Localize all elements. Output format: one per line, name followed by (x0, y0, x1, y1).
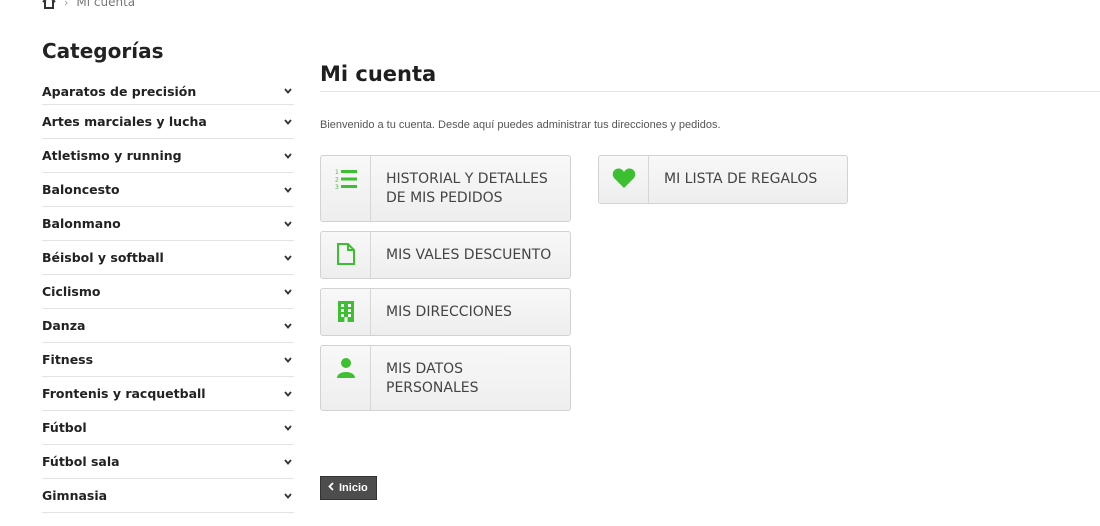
category-item[interactable]: Aparatos de precisión (42, 78, 294, 105)
addresses-button[interactable]: MIS DIRECCIONES (320, 288, 571, 336)
vouchers-button[interactable]: MIS VALES DESCUENTO (320, 231, 571, 279)
welcome-text: Bienvenido a tu cuenta. Desde aquí puede… (320, 119, 721, 131)
category-item[interactable]: Danza (42, 309, 294, 343)
heart-icon (599, 156, 649, 203)
category-label: Ciclismo (42, 284, 101, 299)
category-label: Béisbol y softball (42, 250, 164, 265)
vouchers-label: MIS VALES DESCUENTO (386, 247, 552, 263)
svg-text:3: 3 (335, 184, 339, 191)
sidebar: Categorías Aparatos de precisión Artes m… (42, 36, 294, 513)
breadcrumb-separator: › (64, 0, 69, 9)
home-icon[interactable] (42, 0, 56, 9)
category-item[interactable]: Fitness (42, 343, 294, 377)
svg-text:1: 1 (335, 169, 339, 176)
chevron-down-icon[interactable] (282, 185, 294, 195)
chevron-down-icon[interactable] (282, 389, 294, 399)
category-label: Artes marciales y lucha (42, 114, 207, 129)
user-icon (321, 346, 371, 410)
category-label: Fitness (42, 352, 94, 367)
chevron-down-icon[interactable] (282, 253, 294, 263)
category-label: Gimnasia (42, 488, 108, 503)
category-label: Baloncesto (42, 182, 120, 197)
gift-list-button[interactable]: MI LISTA DE REGALOS (598, 155, 848, 204)
category-label: Balonmano (42, 216, 121, 231)
breadcrumb-current: Mi cuenta (76, 0, 136, 9)
category-item[interactable]: Baloncesto (42, 173, 294, 207)
chevron-down-icon[interactable] (282, 491, 294, 501)
order-history-label: HISTORIAL Y DETALLES DE MIS PEDIDOS (386, 171, 548, 206)
chevron-down-icon[interactable] (282, 287, 294, 297)
addresses-label: MIS DIRECCIONES (386, 304, 512, 320)
document-icon (321, 232, 371, 278)
category-item[interactable]: Gimnasia (42, 479, 294, 513)
personal-data-button[interactable]: MIS DATOS PERSONALES (320, 345, 571, 411)
category-label: Fútbol (42, 420, 87, 435)
category-label: Frontenis y racquetball (42, 386, 206, 401)
chevron-down-icon[interactable] (282, 219, 294, 229)
category-item[interactable]: Béisbol y softball (42, 241, 294, 275)
chevron-down-icon[interactable] (282, 355, 294, 365)
chevron-left-icon (328, 482, 334, 494)
category-list: Aparatos de precisión Artes marciales y … (42, 78, 294, 513)
personal-data-label: MIS DATOS PERSONALES (386, 361, 479, 396)
chevron-down-icon[interactable] (282, 117, 294, 127)
chevron-down-icon[interactable] (282, 423, 294, 433)
chevron-down-icon[interactable] (282, 457, 294, 467)
category-item[interactable]: Fútbol sala (42, 445, 294, 479)
breadcrumb: › Mi cuenta (42, 0, 135, 11)
home-button[interactable]: Inicio (320, 476, 377, 500)
chevron-down-icon[interactable] (282, 86, 294, 96)
home-button-label: Inicio (339, 482, 368, 494)
category-label: Danza (42, 318, 86, 333)
category-item[interactable]: Atletismo y running (42, 139, 294, 173)
category-label: Atletismo y running (42, 148, 182, 163)
category-item[interactable]: Balonmano (42, 207, 294, 241)
category-item[interactable]: Ciclismo (42, 275, 294, 309)
category-item[interactable]: Fútbol (42, 411, 294, 445)
category-label: Fútbol sala (42, 454, 120, 469)
category-label: Aparatos de precisión (42, 83, 197, 99)
category-item[interactable]: Frontenis y racquetball (42, 377, 294, 411)
svg-text:2: 2 (335, 177, 339, 184)
gift-list-label: MI LISTA DE REGALOS (664, 171, 818, 187)
building-icon (321, 289, 371, 335)
chevron-down-icon[interactable] (282, 151, 294, 161)
order-history-button[interactable]: 1 2 3 HISTORIAL Y DETALLES DE MIS PEDIDO… (320, 155, 571, 222)
sidebar-title: Categorías (42, 39, 164, 63)
list-icon: 1 2 3 (321, 156, 371, 221)
category-item[interactable]: Artes marciales y lucha (42, 105, 294, 139)
chevron-down-icon[interactable] (282, 321, 294, 331)
page-title: Mi cuenta (320, 56, 1100, 92)
main-content: Mi cuenta Bienvenido a tu cuenta. Desde … (320, 56, 1100, 500)
